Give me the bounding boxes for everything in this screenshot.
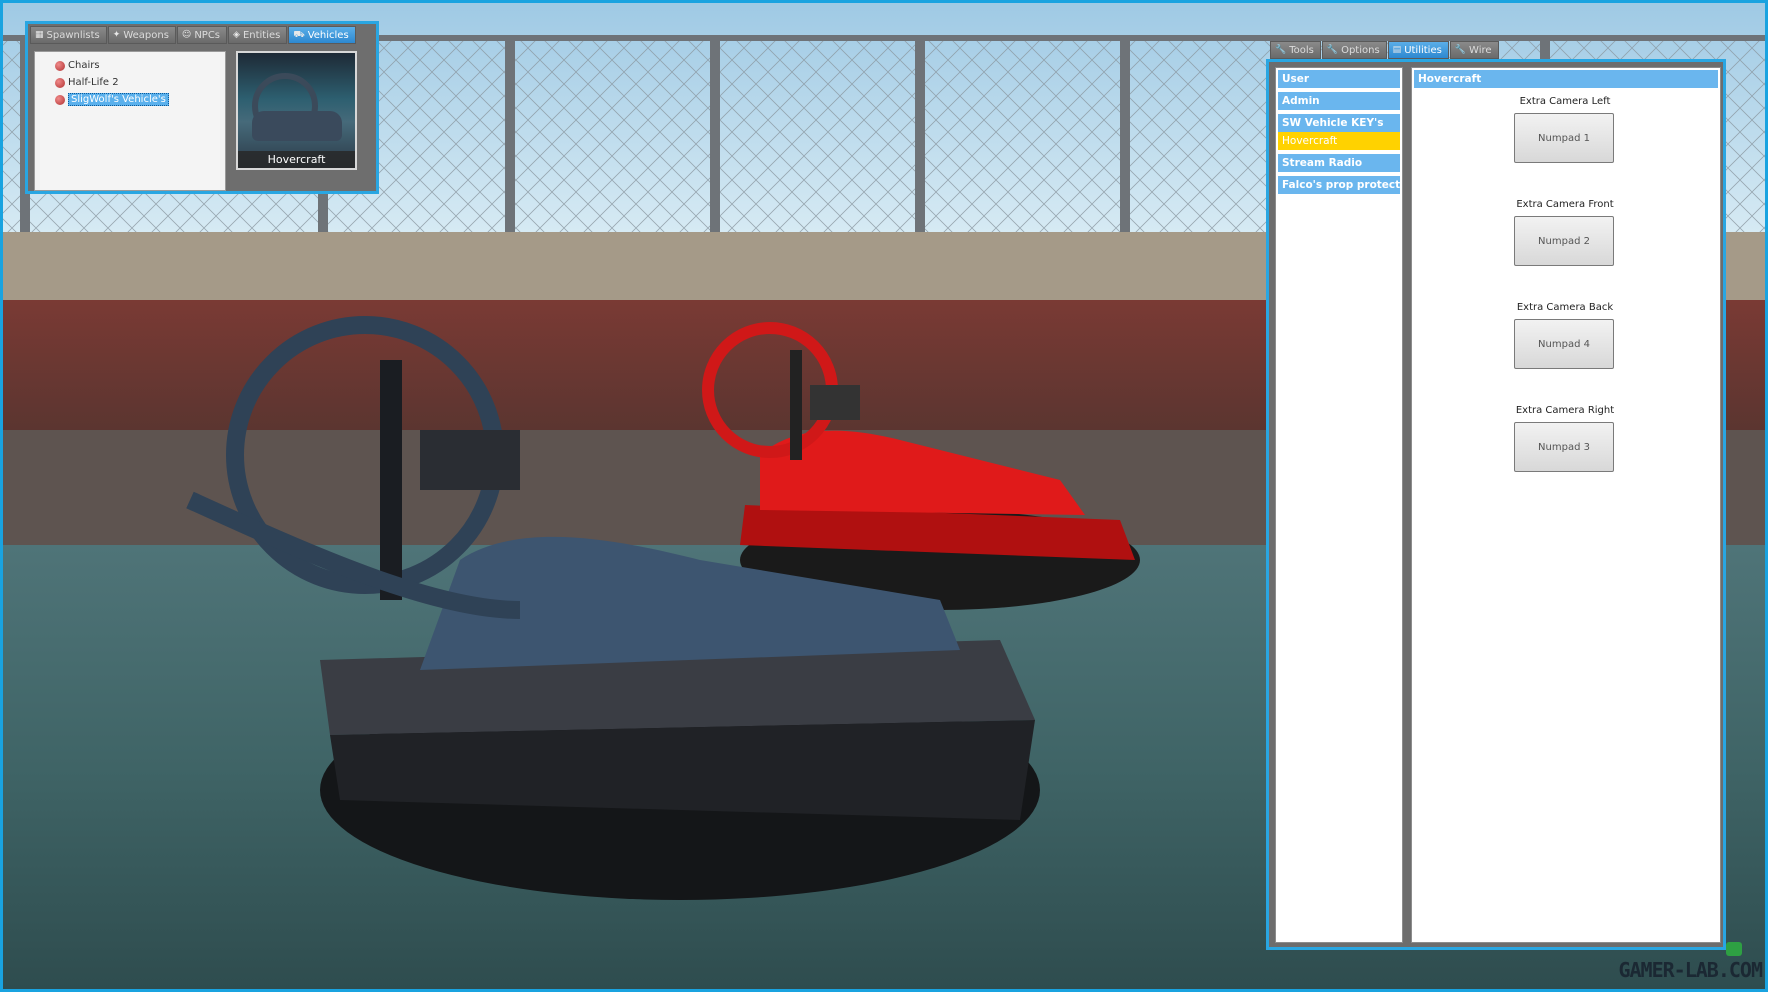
key-binder-camera-right[interactable]: Numpad 3 [1514, 422, 1614, 472]
hovercraft-settings-panel: Hovercraft Extra Camera Left Numpad 1 Ex… [1411, 67, 1721, 943]
watermark-logo-icon [1726, 942, 1742, 956]
category-icon [55, 77, 65, 88]
settings-title: Hovercraft [1414, 70, 1718, 88]
key-binder-camera-front[interactable]: Numpad 2 [1514, 216, 1614, 266]
weapon-icon: ✦ [112, 30, 121, 40]
context-menu: 🔧 Tools 🔧 Options ▤ Utilities 🔧 Wire User Ad… [1266, 37, 1726, 950]
wrench-icon: 🔧 [1326, 45, 1339, 55]
tab-utilities[interactable]: ▤ Utilities [1387, 41, 1449, 59]
watermark: GAMER-LAB.COM [1618, 958, 1763, 982]
car-icon: ⛟ [293, 29, 305, 40]
vehicle-category-tree: Chairs Half-Life 2 SligWolf's Vehicle's [34, 51, 226, 191]
category-icon [55, 60, 65, 71]
utility-category-list: User Admin SW Vehicle KEY's Hovercraft S… [1275, 67, 1403, 943]
tab-npcs[interactable]: ☺ NPCs [176, 26, 228, 44]
category-user[interactable]: User [1278, 70, 1400, 88]
binding-label-right: Extra Camera Right [1515, 405, 1615, 416]
tab-spawnlists[interactable]: ▦ Spawnlists [30, 26, 107, 44]
tab-entities[interactable]: ◈ Entities [228, 26, 288, 44]
context-body: User Admin SW Vehicle KEY's Hovercraft S… [1266, 59, 1726, 950]
npc-icon: ☺ [181, 30, 192, 40]
spawn-icon-label: Hovercraft [238, 151, 355, 168]
category-admin[interactable]: Admin [1278, 92, 1400, 110]
page-icon: ▤ [1392, 45, 1402, 55]
binding-label-back: Extra Camera Back [1516, 302, 1614, 313]
spawn-tabs: ▦ Spawnlists ✦ Weapons ☺ NPCs ◈ Entities ⛟ Ve… [30, 26, 356, 44]
key-binder-camera-back[interactable]: Numpad 4 [1514, 319, 1614, 369]
entity-icon: ◈ [233, 30, 240, 40]
binding-label-left: Extra Camera Left [1519, 96, 1611, 107]
tab-weapons[interactable]: ✦ Weapons [107, 26, 176, 44]
tab-options[interactable]: 🔧 Options [1321, 41, 1387, 59]
tree-item-half-life-2[interactable]: Half-Life 2 [55, 75, 119, 90]
wrench-icon: 🔧 [1454, 45, 1467, 55]
grid-icon: ▦ [35, 30, 44, 40]
tab-tools[interactable]: 🔧 Tools [1270, 41, 1321, 59]
category-hovercraft[interactable]: Hovercraft [1278, 132, 1400, 150]
wrench-icon: 🔧 [1275, 45, 1287, 55]
hovercraft-spawn-icon[interactable]: Hovercraft [236, 51, 357, 170]
tab-vehicles[interactable]: ⛟ Vehicles [288, 26, 356, 44]
context-tabs: 🔧 Tools 🔧 Options ▤ Utilities 🔧 Wire [1270, 41, 1499, 59]
spawn-menu: ▦ Spawnlists ✦ Weapons ☺ NPCs ◈ Entities ⛟ Ve… [25, 21, 379, 194]
binding-label-front: Extra Camera Front [1516, 199, 1614, 210]
category-stream-radio[interactable]: Stream Radio [1278, 154, 1400, 172]
tree-item-sligwolf-vehicles[interactable]: SligWolf's Vehicle's [55, 92, 169, 107]
tree-item-chairs[interactable]: Chairs [55, 58, 100, 73]
tab-wire[interactable]: 🔧 Wire [1449, 41, 1499, 59]
category-sw-vehicle-keys[interactable]: SW Vehicle KEY's [1278, 114, 1400, 132]
key-binder-camera-left[interactable]: Numpad 1 [1514, 113, 1614, 163]
category-falcos-prop-protection[interactable]: Falco's prop protect... [1278, 176, 1400, 194]
category-icon [55, 94, 65, 105]
